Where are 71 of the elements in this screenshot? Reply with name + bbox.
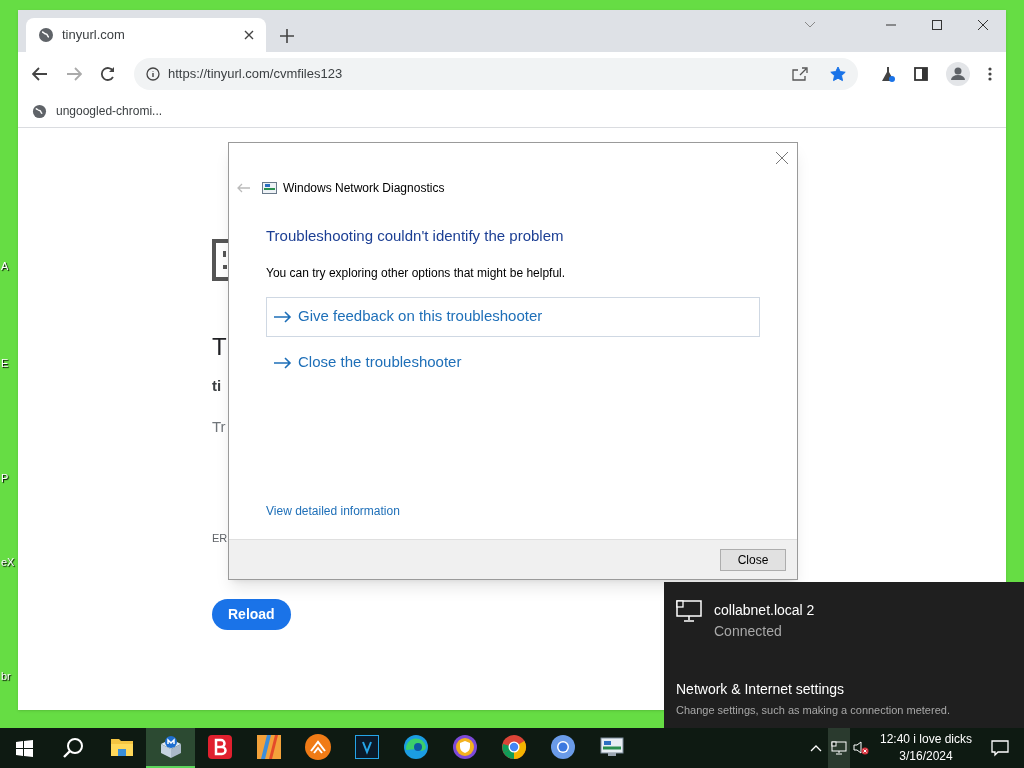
chevron-badge-icon xyxy=(304,734,331,760)
star-icon[interactable] xyxy=(830,65,846,82)
speech-bubble-icon xyxy=(991,739,1009,757)
close-button[interactable]: Close xyxy=(720,548,786,571)
bookmark-label: ungoogled-chromi... xyxy=(56,103,163,120)
error-heading: T xyxy=(212,332,227,362)
menu-icon[interactable] xyxy=(988,66,992,81)
network-monitor-icon xyxy=(262,181,277,195)
network-item[interactable]: collabnet.local 2 Connected xyxy=(676,600,1024,642)
shield-icon xyxy=(451,734,478,760)
dialog-message: You can try exploring other options that might be helpful. xyxy=(266,264,567,282)
browser-tab[interactable]: tinyurl.com xyxy=(26,18,266,52)
clock[interactable]: 12:40 i love dicks 3/16/2024 xyxy=(876,731,976,765)
desktop-icon-label: br xyxy=(1,669,11,684)
globe-icon xyxy=(38,27,54,43)
share-icon[interactable] xyxy=(792,66,808,81)
close-icon[interactable] xyxy=(776,152,788,164)
maximize-icon[interactable] xyxy=(932,20,942,30)
clock-date: 3/16/2024 xyxy=(899,748,953,765)
option-link[interactable]: Close the troubleshooter xyxy=(266,342,760,383)
wave-icon xyxy=(402,734,429,760)
sad-page-icon xyxy=(212,239,228,281)
taskbar-app[interactable] xyxy=(146,728,195,768)
clock-time: 12:40 i love dicks xyxy=(879,731,973,748)
b-tile-icon xyxy=(207,735,232,759)
profile-icon[interactable] xyxy=(946,61,970,86)
details-link[interactable]: View detailed information xyxy=(266,502,760,520)
desktop-icon-label: eX xyxy=(1,555,15,570)
dialog-heading: Troubleshooting couldn't identify the problem xyxy=(266,226,565,246)
network-tray-button[interactable] xyxy=(828,728,850,768)
desktop-icon-label: A xyxy=(1,259,9,274)
network-status: Connected xyxy=(714,622,783,641)
flask-icon[interactable] xyxy=(880,65,896,82)
monitor-icon xyxy=(599,736,624,758)
right-arrow-icon xyxy=(274,310,292,323)
dialog-title: Windows Network Diagnostics xyxy=(283,180,445,197)
search-icon xyxy=(61,737,84,759)
reload-button[interactable]: Reload xyxy=(212,598,291,630)
desktop-icon-label: E xyxy=(1,356,9,371)
option-link[interactable]: Give feedback on this troubleshooter xyxy=(266,296,760,337)
settings-link[interactable]: Network & Internet settings xyxy=(676,679,1024,700)
chevron-up-icon[interactable] xyxy=(810,744,822,752)
settings-hint: Change settings, such as making a connection metered. xyxy=(676,703,951,718)
muted-speaker-icon xyxy=(853,741,869,755)
back-arrow-icon[interactable] xyxy=(32,66,48,81)
bookmark-item[interactable]: ungoogled-chromi... xyxy=(32,102,163,120)
folder-icon xyxy=(109,736,134,758)
chrome-icon xyxy=(500,734,527,760)
windows-logo-icon xyxy=(15,739,33,757)
network-name: collabnet.local 2 xyxy=(714,601,815,620)
info-icon xyxy=(146,66,160,81)
close-icon[interactable] xyxy=(244,30,254,40)
error-hint: Tr xyxy=(212,416,226,437)
ethernet-monitor-icon xyxy=(831,741,847,755)
chromium-icon xyxy=(549,734,576,760)
globe-icon xyxy=(32,103,47,119)
error-host: ti xyxy=(212,376,222,396)
side-panel-icon[interactable] xyxy=(914,66,928,81)
reload-icon[interactable] xyxy=(100,65,116,82)
v-tile-icon xyxy=(354,735,379,759)
new-tab-icon[interactable] xyxy=(280,29,294,43)
desktop-icon-label: P xyxy=(1,471,9,486)
right-arrow-icon xyxy=(274,356,292,369)
stripes-icon xyxy=(256,735,281,759)
url-text: https://tinyurl.com/cvmfiles123 xyxy=(168,64,344,83)
tab-title: tinyurl.com xyxy=(62,26,126,45)
ethernet-monitor-icon xyxy=(676,600,702,622)
close-icon[interactable] xyxy=(978,20,988,30)
address-bar[interactable]: https://tinyurl.com/cvmfiles123 xyxy=(134,57,858,90)
chevron-down-icon[interactable] xyxy=(804,21,816,29)
error-code: ER xyxy=(212,531,228,546)
